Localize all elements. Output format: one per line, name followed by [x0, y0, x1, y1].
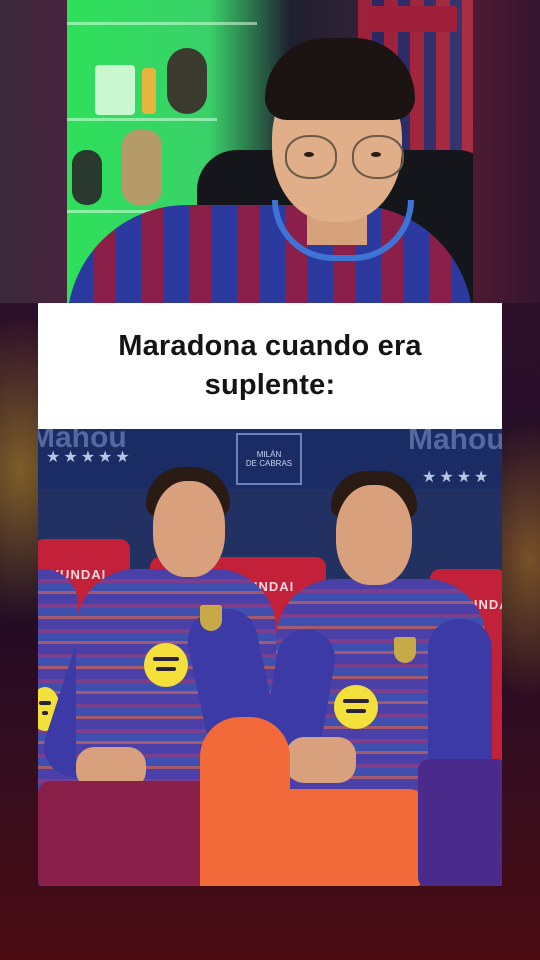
shelf-item [142, 68, 156, 114]
blurred-margin-right [473, 0, 540, 303]
shelf [67, 22, 257, 25]
player-one-head [153, 481, 225, 577]
spotify-logo [144, 643, 188, 687]
sign-right-text: Mahou [408, 429, 502, 456]
sign-center-logo: MILÁN DE CABRAS [236, 433, 302, 485]
jersey-sponsor-badge [367, 6, 457, 32]
stars: ★★★★★ [46, 449, 133, 466]
spotify-logo [334, 685, 378, 729]
figure-toy [122, 130, 162, 205]
figure-toy [167, 48, 207, 114]
glasses-right-lens [352, 135, 404, 179]
figure-toy [72, 150, 102, 205]
glasses-left-lens [285, 135, 337, 179]
blurred-margin-left [0, 0, 67, 303]
eye [304, 152, 314, 157]
shelf [67, 118, 217, 121]
player-one-shorts [38, 781, 218, 886]
orange-shorts [268, 789, 428, 886]
bench-photo: Mahou ★★★★★ MILÁN DE CABRAS Mahou ★★★★ H… [38, 429, 502, 886]
streamer-torso [67, 205, 473, 303]
stars: ★★★★ [422, 469, 492, 486]
shelf-item [95, 65, 135, 115]
meme-caption: Maradona cuando era suplente: [38, 303, 502, 429]
stadium-sign: Mahou ★★★★★ MILÁN DE CABRAS Mahou ★★★★ [38, 429, 502, 489]
player-partial-right [418, 759, 502, 886]
player-two-hands [286, 737, 356, 783]
barca-crest [200, 605, 222, 631]
player-two-head [336, 485, 412, 585]
sign-center-text: MILÁN DE CABRAS [245, 450, 293, 468]
barca-crest [394, 637, 416, 663]
top-video-frame [67, 0, 473, 303]
eye [371, 152, 381, 157]
caption-text: Maradona cuando era suplente: [118, 330, 422, 401]
